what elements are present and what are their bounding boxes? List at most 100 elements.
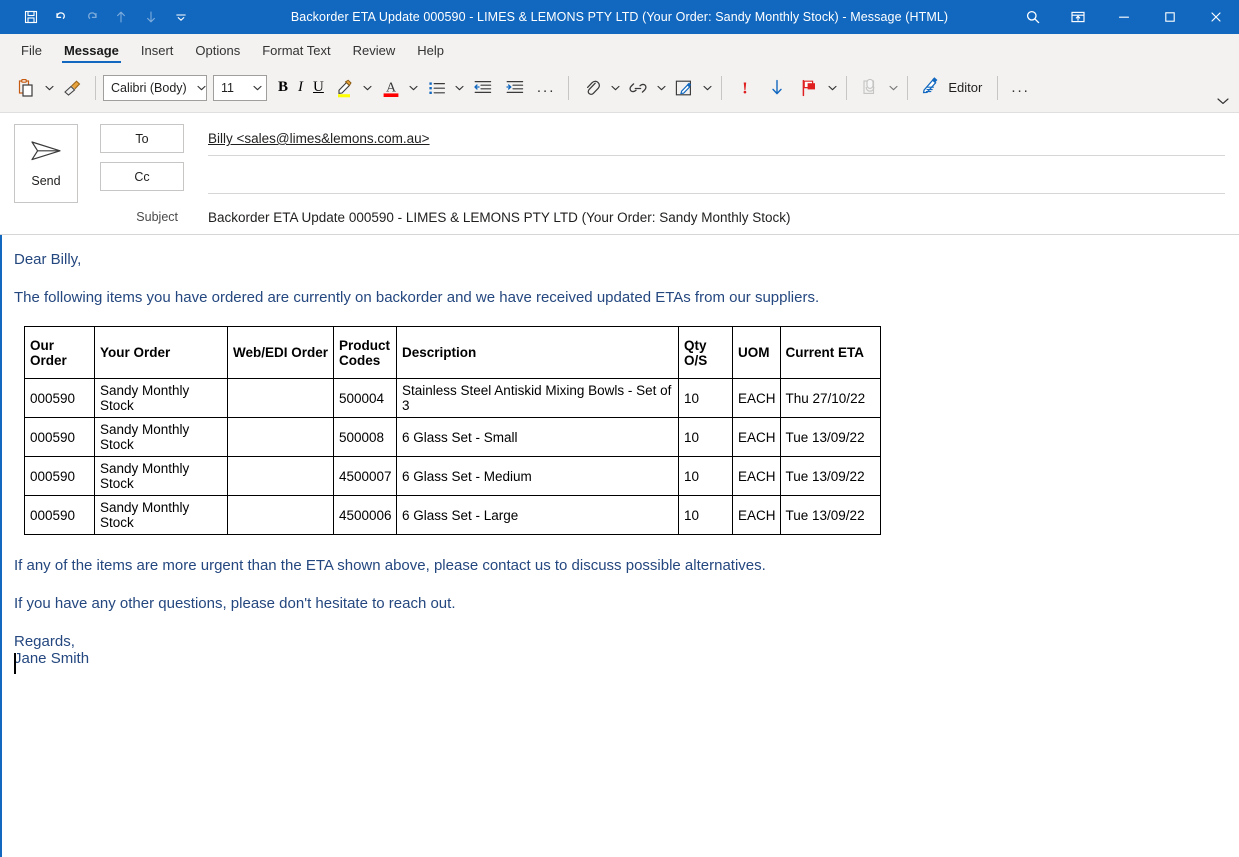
paste-icon[interactable]: [10, 71, 42, 105]
save-icon[interactable]: [16, 2, 46, 32]
font-size-value: 11: [221, 81, 243, 95]
cell-description: 6 Glass Set - Large: [397, 496, 679, 535]
bullets-chevron-down-icon[interactable]: [453, 71, 467, 105]
tab-review[interactable]: Review: [342, 39, 407, 63]
backorder-table: Our Order Your Order Web/EDI Order Produ…: [24, 326, 881, 535]
format-painter-icon[interactable]: [56, 71, 88, 105]
signature-chevron-down-icon[interactable]: [700, 71, 714, 105]
undo-icon[interactable]: [46, 2, 76, 32]
font-size-input[interactable]: 11: [213, 75, 267, 101]
font-size-chevron-down-icon[interactable]: [243, 85, 262, 91]
minimize-icon[interactable]: [1101, 0, 1147, 34]
close-icon[interactable]: [1193, 0, 1239, 34]
move-down-icon[interactable]: [136, 2, 166, 32]
cell-qty-os: 10: [679, 379, 733, 418]
send-arrow-icon: [29, 139, 63, 170]
customize-quick-access-icon[interactable]: [166, 2, 196, 32]
cell-qty-os: 10: [679, 457, 733, 496]
tab-options[interactable]: Options: [184, 39, 251, 63]
italic-icon[interactable]: I: [293, 71, 308, 105]
font-family-value: Calibri (Body): [111, 81, 187, 95]
tab-help[interactable]: Help: [406, 39, 455, 63]
cell-qty-os: 10: [679, 418, 733, 457]
ribbon-collapse-icon[interactable]: [1215, 94, 1231, 108]
cell-description: 6 Glass Set - Small: [397, 418, 679, 457]
svg-text:!: !: [743, 78, 749, 97]
font-family-chevron-down-icon[interactable]: [187, 85, 206, 91]
search-icon[interactable]: [1011, 0, 1055, 34]
to-input[interactable]: Billy <sales@limes&lemons.com.au>: [208, 124, 1225, 156]
maximize-icon[interactable]: [1147, 0, 1193, 34]
attach-file-icon[interactable]: [576, 71, 608, 105]
redo-icon[interactable]: [76, 2, 106, 32]
body-greeting: Dear Billy,: [14, 251, 1225, 269]
subject-input[interactable]: Backorder ETA Update 000590 - LIMES & LE…: [208, 210, 1225, 225]
move-up-icon[interactable]: [106, 2, 136, 32]
cc-input[interactable]: [208, 162, 1225, 194]
font-color-icon[interactable]: A: [375, 71, 407, 105]
link-chevron-down-icon[interactable]: [654, 71, 668, 105]
ribbon-overflow-icon[interactable]: ...: [1005, 71, 1036, 105]
header-our-order: Our Order: [25, 327, 95, 379]
ribbon-divider: [846, 76, 847, 100]
table-header-row: Our Order Your Order Web/EDI Order Produ…: [25, 327, 881, 379]
tab-insert[interactable]: Insert: [130, 39, 185, 63]
follow-up-flag-icon[interactable]: [793, 71, 825, 105]
editor-label: Editor: [948, 80, 982, 95]
signature-icon[interactable]: [668, 71, 700, 105]
header-product-codes: Product Codes: [334, 327, 397, 379]
paste-options-chevron-down-icon[interactable]: [42, 71, 56, 105]
high-importance-icon[interactable]: !: [729, 71, 761, 105]
bullets-icon[interactable]: [421, 71, 453, 105]
cell-current-eta: Tue 13/09/22: [780, 496, 880, 535]
cell-uom: EACH: [733, 457, 781, 496]
low-importance-icon[interactable]: [761, 71, 793, 105]
underline-icon[interactable]: U: [308, 71, 329, 105]
more-formatting-icon[interactable]: ...: [531, 71, 562, 105]
cell-our-order: 000590: [25, 418, 95, 457]
cc-button[interactable]: Cc: [100, 162, 184, 191]
ribbon-display-options-icon[interactable]: [1055, 0, 1101, 34]
quick-access-toolbar: [0, 2, 196, 32]
cell-product-code: 4500007: [334, 457, 397, 496]
font-family-input[interactable]: Calibri (Body): [103, 75, 207, 101]
dictate-chevron-down-icon[interactable]: [886, 71, 900, 105]
editor-pen-icon: [919, 74, 941, 101]
cell-product-code: 4500006: [334, 496, 397, 535]
cell-web-edi: [228, 379, 334, 418]
subject-label: Subject: [100, 210, 184, 224]
dictate-icon[interactable]: [854, 71, 886, 105]
compose-header: Send To Billy <sales@limes&lemons.com.au…: [0, 113, 1239, 235]
bold-icon[interactable]: B: [273, 71, 293, 105]
editor-button[interactable]: Editor: [915, 71, 990, 105]
follow-up-chevron-down-icon[interactable]: [825, 71, 839, 105]
cell-our-order: 000590: [25, 496, 95, 535]
cell-product-code: 500008: [334, 418, 397, 457]
body-questions-note: If you have any other questions, please …: [14, 595, 1225, 613]
body-intro: The following items you have ordered are…: [14, 289, 1225, 307]
cell-our-order: 000590: [25, 457, 95, 496]
cell-current-eta: Thu 27/10/22: [780, 379, 880, 418]
ribbon-tab-bar: File Message Insert Options Format Text …: [0, 34, 1239, 63]
cell-web-edi: [228, 418, 334, 457]
font-color-chevron-down-icon[interactable]: [407, 71, 421, 105]
attach-file-chevron-down-icon[interactable]: [608, 71, 622, 105]
text-cursor: [14, 653, 16, 674]
subject-row: Subject Backorder ETA Update 000590 - LI…: [100, 200, 1239, 234]
send-button[interactable]: Send: [14, 124, 78, 203]
highlight-color-chevron-down-icon[interactable]: [361, 71, 375, 105]
to-button[interactable]: To: [100, 124, 184, 153]
cell-qty-os: 10: [679, 496, 733, 535]
tab-file[interactable]: File: [10, 39, 53, 63]
link-icon[interactable]: [622, 71, 654, 105]
table-row: 000590 Sandy Monthly Stock 500008 6 Glas…: [25, 418, 881, 457]
increase-indent-icon[interactable]: [499, 71, 531, 105]
header-current-eta: Current ETA: [780, 327, 880, 379]
tab-format-text[interactable]: Format Text: [251, 39, 341, 63]
decrease-indent-icon[interactable]: [467, 71, 499, 105]
body-urgency-note: If any of the items are more urgent than…: [14, 557, 1225, 575]
message-body[interactable]: Dear Billy, The following items you have…: [0, 235, 1239, 857]
text-highlight-color-icon[interactable]: [329, 71, 361, 105]
to-row: To Billy <sales@limes&lemons.com.au>: [100, 124, 1239, 156]
tab-message[interactable]: Message: [53, 39, 130, 63]
